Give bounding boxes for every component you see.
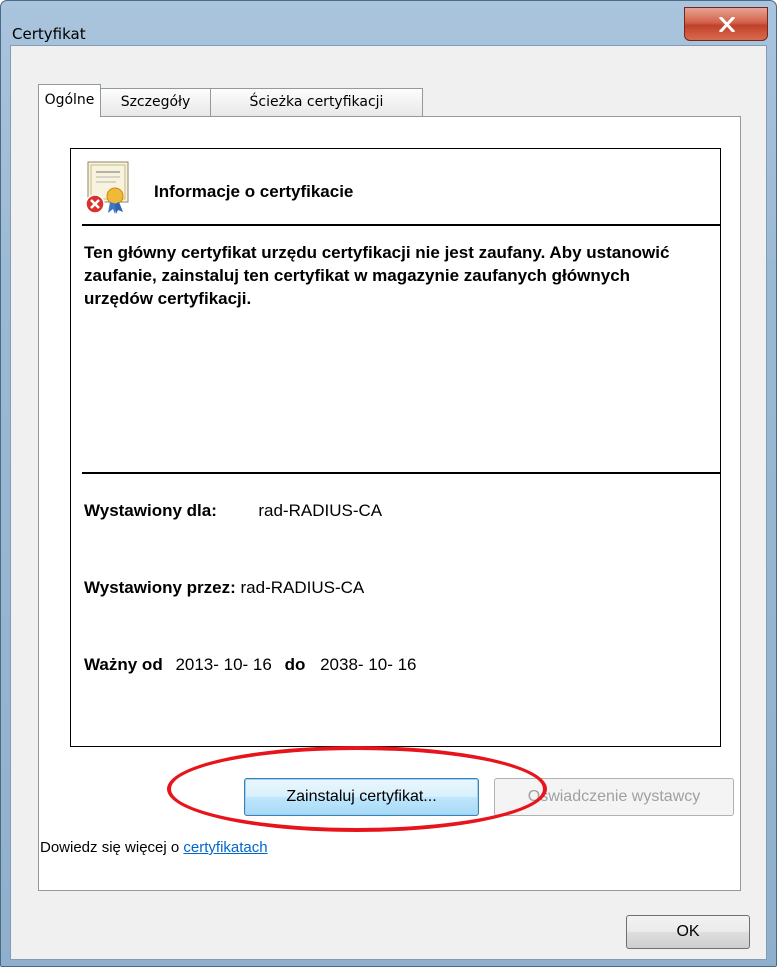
divider-bottom [82,472,720,474]
ok-button[interactable]: OK [626,915,750,949]
tab-certification-path[interactable]: Ścieżka certyfikacji [210,88,423,116]
tab-general[interactable]: Ogólne [38,84,101,117]
issuer-statement-button[interactable]: Oświadczenie wystawcy [494,778,734,816]
tab-details[interactable]: Szczegóły [100,88,211,116]
valid-from-label: Ważny od [84,655,163,674]
learn-more-text: Dowiedz się więcej o certyfikatach [40,839,268,856]
issued-by-row: Wystawiony przez: rad-RADIUS-CA [84,578,364,598]
window-title: Certyfikat [12,25,86,43]
certificate-error-icon [85,161,129,214]
valid-to-value: 2038- 10- 16 [320,655,417,674]
issued-to-row: Wystawiony dla: rad-RADIUS-CA [84,501,382,521]
close-icon [719,17,735,32]
info-heading: Informacje o certyfikacie [154,182,354,201]
valid-to-label: do [284,655,306,674]
trust-warning-text: Ten główny certyfikat urzędu certyfikacj… [84,243,670,308]
install-certificate-button[interactable]: Zainstaluj certyfikat... [244,778,479,816]
issued-by-label: Wystawiony przez: [84,578,236,597]
issued-to-value: rad-RADIUS-CA [258,501,383,520]
validity-row: Ważny od 2013- 10- 16 do 2038- 10- 16 [84,655,417,675]
certificate-info-box: Informacje o certyfikacie Ten główny cer… [70,148,721,747]
issued-by-value: rad-RADIUS-CA [240,578,365,597]
title-bar[interactable]: Certyfikat [1,1,776,43]
dialog-client-area: Ogólne Szczegóły Ścieżka certyfikacji In… [10,45,767,960]
issued-to-label: Wystawiony dla: [84,501,217,520]
tab-panel-general: Informacje o certyfikacie Ten główny cer… [38,116,741,891]
divider-top [82,224,720,226]
learn-more-prefix: Dowiedz się więcej o [40,839,184,856]
certificate-dialog: Certyfikat Ogólne Szczegóły Ścieżka cert… [0,0,777,967]
valid-from-value: 2013- 10- 16 [175,655,272,674]
certificates-link[interactable]: certyfikatach [183,839,267,856]
close-button[interactable] [684,7,768,41]
